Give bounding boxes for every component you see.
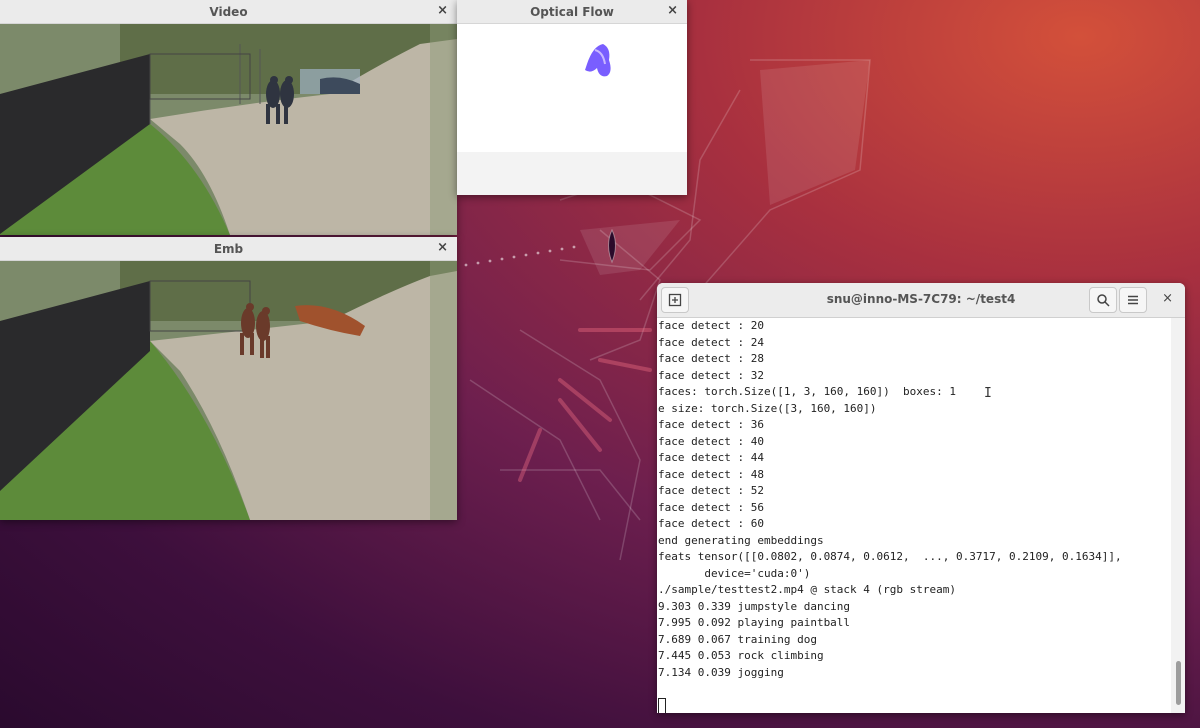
flow-footer (457, 152, 687, 195)
terminal-scroll-thumb[interactable] (1176, 661, 1181, 705)
emb-frame (0, 261, 457, 520)
flow-titlebar[interactable]: Optical Flow × (457, 0, 687, 24)
terminal-line: 7.995 0.092 playing paintball (658, 616, 851, 629)
terminal-scrollbar[interactable] (1171, 318, 1185, 713)
terminal-line: e size: torch.Size([3, 160, 160]) (658, 401, 877, 415)
emb-scene-image (0, 261, 457, 520)
terminal-line: face detect : 56 (658, 500, 764, 514)
flow-title: Optical Flow (530, 4, 614, 19)
text-cursor-icon: I (984, 386, 992, 401)
terminal-line: 7.445 0.053 rock climbing (658, 649, 824, 662)
terminal-close-icon[interactable]: × (1162, 291, 1173, 306)
video-frame (0, 24, 457, 235)
hamburger-menu-icon (1128, 295, 1138, 305)
terminal-output[interactable]: face detect : 20 face detect : 24 face det… (657, 318, 1171, 713)
video-close-icon[interactable]: × (437, 3, 448, 18)
video-scene-image (0, 24, 457, 235)
emb-title: Emb (213, 241, 244, 256)
search-button[interactable] (1089, 287, 1117, 313)
terminal-line: face detect : 24 (658, 335, 764, 349)
terminal-line: face detect : 32 (658, 368, 764, 382)
terminal-line: face detect : 48 (658, 467, 764, 481)
terminal-line: face detect : 20 (658, 319, 764, 332)
terminal-line: faces: torch.Size([1, 3, 160, 160]) boxe… (658, 385, 957, 398)
emb-close-icon[interactable]: × (437, 240, 448, 255)
emb-window[interactable]: Emb × (0, 237, 457, 520)
terminal-line: device='cuda:0') (658, 566, 811, 580)
terminal-line: face detect : 52 (658, 484, 764, 497)
terminal-line: face detect : 60 (658, 517, 764, 530)
terminal-line: 7.134 0.039 jogging (658, 665, 784, 679)
flow-close-icon[interactable]: × (667, 3, 678, 18)
menu-button[interactable] (1119, 287, 1147, 313)
video-title: Video (209, 4, 248, 19)
terminal-line: face detect : 36 (658, 418, 764, 431)
terminal-line: face detect : 44 (658, 451, 764, 464)
terminal-headerbar[interactable]: snu@inno-MS-7C79: ~/test4 × (657, 283, 1185, 318)
terminal-cursor (658, 697, 666, 713)
optical-flow-window[interactable]: Optical Flow × (457, 0, 687, 195)
flow-blob-image (585, 44, 611, 77)
terminal-line: 7.689 0.067 training dog (658, 632, 817, 646)
flow-frame (457, 24, 687, 152)
terminal-line: face detect : 28 (658, 352, 764, 365)
search-icon (1097, 294, 1110, 307)
video-window[interactable]: Video × (0, 0, 457, 235)
emb-titlebar[interactable]: Emb × (0, 237, 457, 261)
terminal-line: face detect : 40 (658, 434, 764, 448)
video-titlebar[interactable]: Video × (0, 0, 457, 24)
terminal-prompt-line[interactable] (658, 697, 1171, 713)
terminal-line: feats tensor([[0.0802, 0.0874, 0.0612, .… (658, 550, 1122, 563)
terminal-window[interactable]: snu@inno-MS-7C79: ~/test4 × face detect … (657, 283, 1185, 713)
terminal-line: ./sample/testtest2.mp4 @ stack 4 (rgb st… (658, 583, 957, 596)
terminal-line: 9.303 0.339 jumpstyle dancing (658, 599, 851, 613)
terminal-line: end generating embeddings (658, 533, 824, 547)
